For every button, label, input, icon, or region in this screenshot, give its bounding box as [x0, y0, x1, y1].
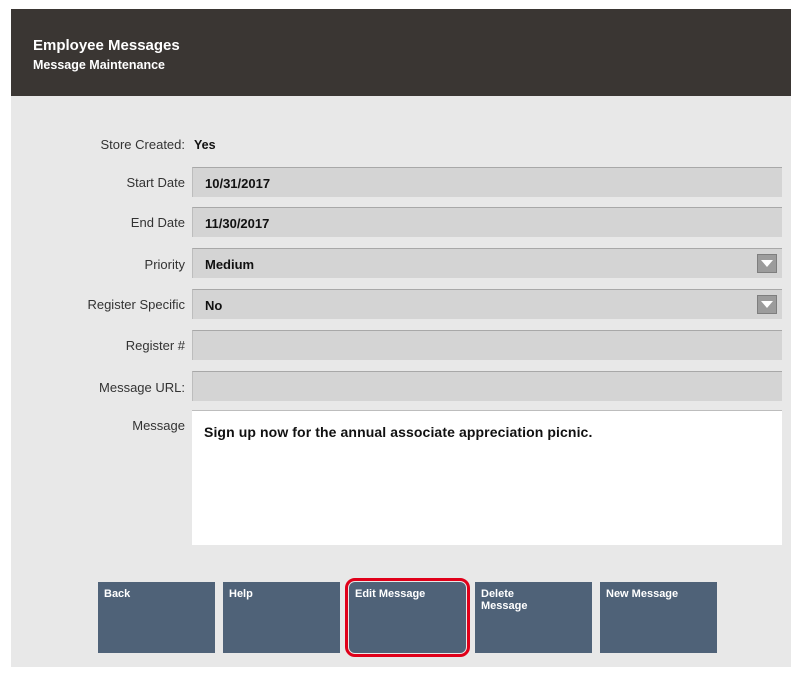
message-text: Sign up now for the annual associate app… [204, 424, 593, 440]
message-label: Message [132, 418, 185, 433]
edit-message-button-label: Edit Message [355, 588, 426, 600]
start-date-value: 10/31/2017 [205, 176, 271, 191]
page-title: Employee Messages [33, 37, 180, 54]
end-date-field[interactable]: 11/30/2017 [192, 207, 782, 237]
end-date-label: End Date [130, 215, 185, 230]
help-button[interactable]: Help [223, 582, 340, 653]
message-url-label: Message URL: [99, 380, 185, 395]
store-created-label: Store Created: [100, 137, 185, 152]
help-button-label: Help [229, 588, 253, 600]
register-specific-value: No [205, 298, 223, 313]
store-created-value: Yes [194, 138, 216, 152]
end-date-value: 11/30/2017 [205, 216, 270, 231]
page-subtitle: Message Maintenance [33, 58, 165, 72]
priority-select[interactable]: Medium [192, 248, 782, 278]
new-message-button-label: New Message [606, 588, 679, 600]
register-specific-label: Register Specific [87, 297, 185, 312]
chevron-down-icon [761, 301, 773, 308]
message-url-field[interactable] [192, 371, 782, 401]
delete-message-label-line2: Message [481, 600, 528, 612]
delete-message-button-label: Delete Message [481, 588, 527, 612]
start-date-label: Start Date [126, 175, 185, 190]
priority-value: Medium [205, 257, 255, 272]
delete-message-button[interactable]: Delete Message [475, 582, 592, 653]
message-textarea[interactable]: Sign up now for the annual associate app… [192, 410, 782, 545]
back-button-label: Back [104, 588, 131, 600]
priority-label: Priority [144, 257, 185, 272]
priority-dropdown-button[interactable] [757, 254, 777, 273]
back-button[interactable]: Back [98, 582, 215, 653]
page-header: Employee Messages Message Maintenance [11, 9, 791, 96]
message-maintenance-panel: Employee Messages Message Maintenance St… [11, 9, 791, 667]
new-message-button[interactable]: New Message [600, 582, 717, 653]
chevron-down-icon [761, 260, 773, 267]
edit-message-button[interactable]: Edit Message [345, 578, 470, 657]
register-number-label: Register # [125, 338, 185, 353]
register-specific-select[interactable]: No [192, 289, 782, 319]
register-specific-dropdown-button[interactable] [757, 295, 777, 314]
start-date-field[interactable]: 10/31/2017 [192, 167, 782, 197]
register-number-field[interactable] [192, 330, 782, 360]
delete-message-label-line1: Delete [481, 588, 515, 600]
